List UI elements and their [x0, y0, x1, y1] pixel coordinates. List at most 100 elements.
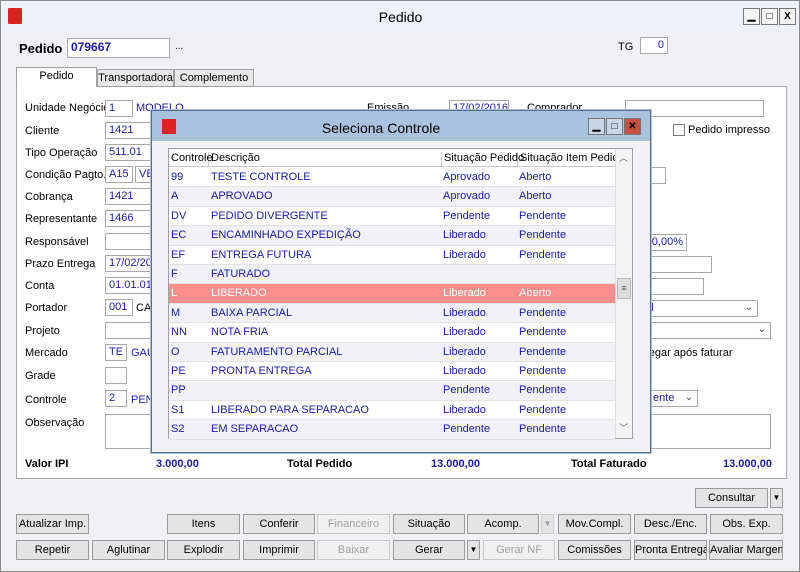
- cell-descricao: LIBERADO: [211, 287, 267, 300]
- table-row[interactable]: F FATURADO: [169, 265, 615, 285]
- scroll-down-arrow[interactable]: ﹀: [619, 421, 628, 434]
- repetir-button[interactable]: Repetir: [16, 540, 89, 560]
- imprimir-button[interactable]: Imprimir: [243, 540, 315, 560]
- cell-situacao-pedido: Liberado: [443, 365, 486, 377]
- cell-descricao: ENTREGA FUTURA: [211, 248, 312, 261]
- cell-controle: S2: [171, 423, 185, 436]
- chevron-down-icon: ⌄: [757, 324, 766, 335]
- column-header-controle[interactable]: Controle: [169, 152, 213, 167]
- scroll-thumb[interactable]: ≡: [617, 278, 631, 299]
- situacao-button[interactable]: Situação: [393, 514, 465, 534]
- financeiro-button[interactable]: Financeiro: [317, 514, 390, 534]
- desc-enc-button[interactable]: Desc./Enc.: [634, 514, 707, 534]
- table-row[interactable]: S1 LIBERADO PARA SEPARACAO Liberado Pendent…: [169, 401, 615, 421]
- pedido-number-input[interactable]: 079667: [67, 38, 170, 58]
- tab-transportadora[interactable]: Transportadora: [97, 69, 174, 87]
- table-row[interactable]: PE PRONTA ENTREGA Liberado Pendente: [169, 362, 615, 382]
- condicao-input[interactable]: A15: [105, 166, 133, 183]
- maximize-button[interactable]: □: [761, 8, 778, 25]
- column-header-situacao-item[interactable]: Situação Item Pedido: [518, 152, 625, 167]
- cell-situacao-pedido: Liberado: [443, 229, 486, 242]
- total-faturado-value: 13.000,00: [723, 458, 772, 470]
- mercado-input[interactable]: TE: [105, 344, 127, 361]
- cell-situacao-item: Aberto: [519, 190, 552, 203]
- baixar-button[interactable]: Baixar: [317, 540, 390, 560]
- seleciona-controle-dialog: Seleciona Controle ▁ □ ✕ Controle Descri…: [151, 110, 651, 453]
- table-row[interactable]: M BAIXA PARCIAL Liberado Pendente: [169, 303, 615, 324]
- total-pedido-label: Total Pedido: [287, 458, 353, 470]
- portador-input[interactable]: 001: [105, 299, 133, 316]
- table-row[interactable]: EC ENCAMINHADO EXPEDIÇÃO Liberado Pendente: [169, 226, 615, 246]
- cell-situacao-pedido: Liberado: [443, 306, 486, 319]
- cell-situacao-item: Pendente: [519, 345, 567, 358]
- minimize-button[interactable]: ▁: [743, 8, 760, 25]
- column-header-descricao[interactable]: Descrição: [209, 152, 442, 167]
- tg-input[interactable]: 0: [640, 37, 668, 54]
- cell-descricao: EM SEPARACAO: [211, 423, 299, 436]
- cell-controle: 99: [171, 171, 184, 183]
- acomp-dropdown-arrow[interactable]: ▼: [541, 514, 554, 534]
- pronta-entrega-button[interactable]: Pronta Entrega: [634, 540, 707, 560]
- tg-label: TG: [618, 41, 634, 53]
- obs-exp-button[interactable]: Obs. Exp.: [710, 514, 783, 534]
- controle-input[interactable]: 2: [105, 390, 127, 407]
- scroll-up-arrow[interactable]: ︿: [619, 151, 628, 164]
- prazo-label: Prazo Entrega: [25, 258, 96, 270]
- explodir-button[interactable]: Explodir: [167, 540, 240, 560]
- cell-situacao-item: Pendente: [519, 209, 567, 222]
- conferir-button[interactable]: Conferir: [243, 514, 315, 534]
- grade-input[interactable]: [105, 367, 127, 384]
- comissoes-button[interactable]: Comissões: [558, 540, 631, 560]
- cell-descricao: PEDIDO DIVERGENTE: [211, 209, 328, 222]
- partial-input-2[interactable]: [641, 256, 712, 273]
- table-row[interactable]: PP Pendente Pendente: [169, 381, 615, 401]
- consultar-button[interactable]: Consultar: [695, 488, 768, 508]
- cobranca-label: Cobrança: [25, 191, 73, 203]
- total-faturado-label: Total Faturado: [571, 458, 647, 470]
- cell-situacao-pedido: Liberado: [443, 287, 486, 300]
- tab-pedido[interactable]: Pedido: [16, 67, 97, 87]
- portador-label: Portador: [25, 302, 68, 314]
- atualizar-imp-button[interactable]: Atualizar Imp.: [16, 514, 89, 534]
- dialog-close-button[interactable]: ✕: [624, 118, 641, 135]
- close-button[interactable]: X: [779, 8, 796, 25]
- portador-desc: CA: [136, 302, 152, 314]
- table-row[interactable]: L LIBERADO Liberado Aberto: [169, 284, 615, 304]
- table-row[interactable]: DV PEDIDO DIVERGENTE Pendente Pendente: [169, 207, 615, 227]
- aglutinar-button[interactable]: Aglutinar: [92, 540, 165, 560]
- cell-descricao: ENCAMINHADO EXPEDIÇÃO: [211, 229, 361, 242]
- cell-situacao-item: Pendente: [519, 423, 567, 436]
- table-row[interactable]: NN NOTA FRIA Liberado Pendente: [169, 323, 615, 343]
- table-row[interactable]: 99 TESTE CONTROLE Aprovado Aberto: [169, 168, 615, 188]
- vertical-scrollbar[interactable]: ︿ ≡ ﹀: [615, 149, 632, 438]
- projeto-label: Projeto: [25, 325, 60, 337]
- pedido-lookup-button[interactable]: ...: [175, 41, 183, 52]
- cell-controle: L: [171, 287, 178, 300]
- consultar-dropdown-arrow[interactable]: ▼: [770, 488, 783, 508]
- table-row[interactable]: S2 EM SEPARACAO Pendente Pendente: [169, 420, 615, 440]
- avaliar-margem-button[interactable]: Avaliar Margem: [709, 540, 783, 560]
- table-row[interactable]: EF ENTREGA FUTURA Liberado Pendente: [169, 246, 615, 265]
- gerar-nf-button[interactable]: Gerar NF: [483, 540, 555, 560]
- mercado-label: Mercado: [25, 347, 68, 359]
- gerar-dropdown-arrow[interactable]: ▼: [467, 540, 480, 560]
- cell-descricao: APROVADO: [211, 190, 273, 203]
- column-header-situacao-pedido[interactable]: Situação Pedido: [442, 152, 524, 167]
- dialog-minimize-button[interactable]: ▁: [588, 118, 605, 135]
- pedido-impresso-checkbox[interactable]: [673, 124, 685, 136]
- cell-descricao: FATURADO: [211, 268, 271, 280]
- cell-controle: O: [171, 345, 180, 358]
- mov-compl-button[interactable]: Mov.Compl.: [558, 514, 631, 534]
- table-row[interactable]: A APROVADO Aprovado Aberto: [169, 187, 615, 207]
- gerar-button[interactable]: Gerar: [393, 540, 465, 560]
- grid-header: Controle Descrição Situação Pedido Situa…: [169, 149, 625, 167]
- unidade-input[interactable]: 1: [105, 100, 133, 117]
- itens-button[interactable]: Itens: [167, 514, 240, 534]
- dialog-maximize-button[interactable]: □: [606, 118, 623, 135]
- tab-complemento[interactable]: Complemento: [174, 69, 254, 87]
- table-row[interactable]: O FATURAMENTO PARCIAL Liberado Pendente: [169, 342, 615, 362]
- cell-controle: S1: [171, 403, 185, 416]
- acomp-button[interactable]: Acomp.: [467, 514, 539, 534]
- cell-situacao-item: Pendente: [519, 365, 567, 377]
- cell-controle: NN: [171, 326, 187, 339]
